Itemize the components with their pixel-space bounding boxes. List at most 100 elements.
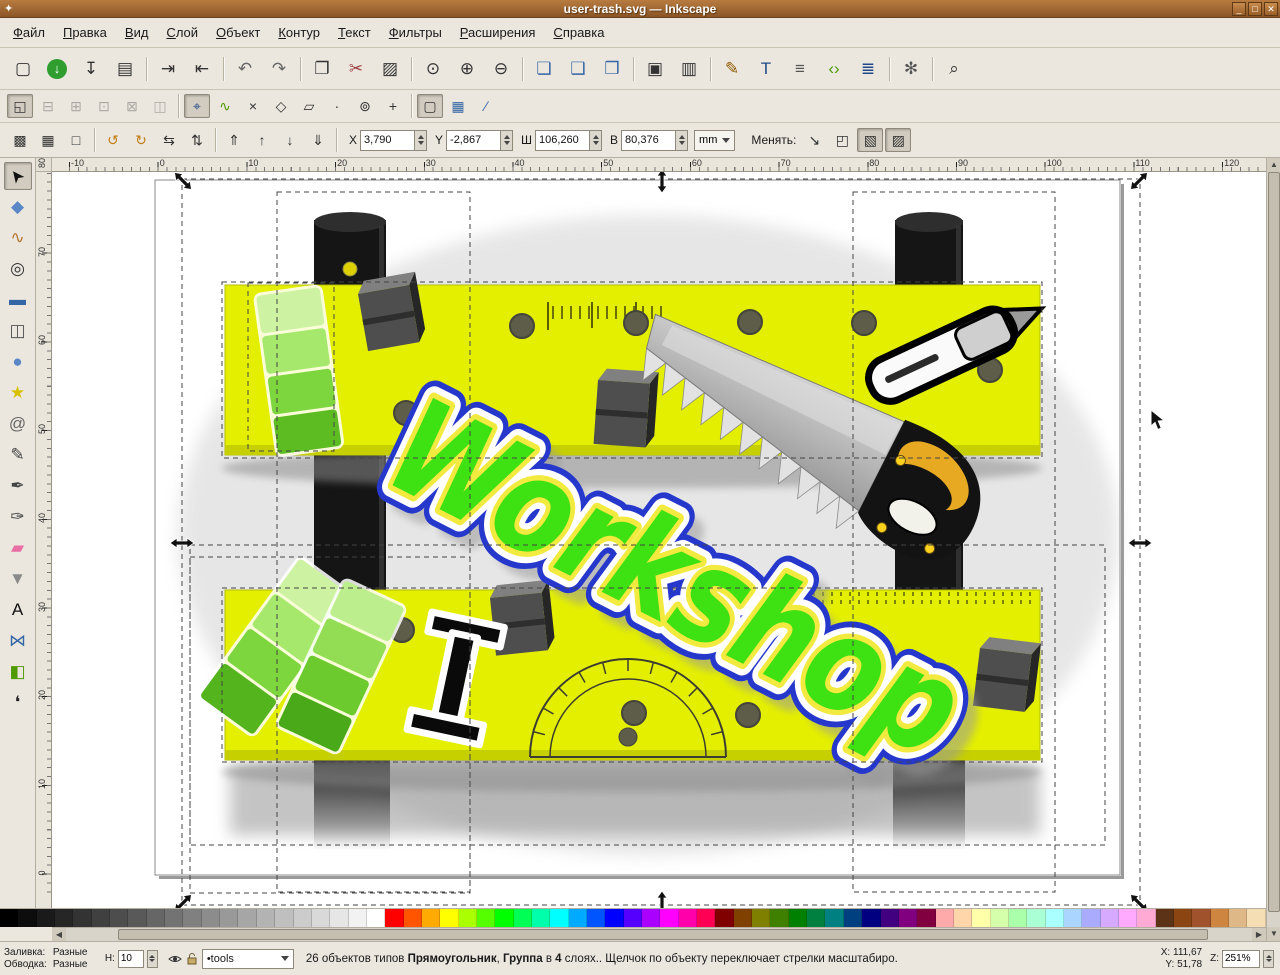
print-document[interactable]: ▤ xyxy=(109,54,141,84)
snap-path-intersections[interactable]: × xyxy=(240,94,266,118)
maximize-button[interactable]: □ xyxy=(1248,2,1262,16)
palette-swatch-12[interactable] xyxy=(220,909,239,927)
snap-cusp-nodes[interactable]: ◇ xyxy=(268,94,294,118)
rotate-90-ccw[interactable]: ↺ xyxy=(100,128,126,152)
palette-swatch-26[interactable] xyxy=(476,909,496,927)
snap-nodes[interactable]: ⌖ xyxy=(184,94,210,118)
palette-swatch-34[interactable] xyxy=(623,909,643,927)
clamp-block-1[interactable] xyxy=(356,271,427,352)
node-tool[interactable]: ◆ xyxy=(4,193,32,221)
clamp-block-2[interactable] xyxy=(593,368,659,448)
ungroup-objects[interactable]: ▥ xyxy=(673,54,705,84)
select-all[interactable]: ▩ xyxy=(7,128,33,152)
palette-swatch-21[interactable] xyxy=(385,909,404,927)
ellipse-tool[interactable]: ● xyxy=(4,348,32,376)
opacity-input[interactable] xyxy=(117,949,144,968)
group-objects[interactable]: ▣ xyxy=(639,54,671,84)
y-spinner[interactable] xyxy=(500,129,514,151)
deselect[interactable]: □ xyxy=(63,128,89,152)
vertical-ruler[interactable]: 80 70 60 50 40 30 20 10 0 xyxy=(36,158,52,908)
palette-swatch-25[interactable] xyxy=(458,909,477,927)
palette-swatch-64[interactable] xyxy=(1174,909,1193,927)
menu-item-0[interactable]: Файл xyxy=(4,21,54,44)
zoom-to-page[interactable]: ⊖ xyxy=(485,54,517,84)
palette-swatch-66[interactable] xyxy=(1210,909,1230,927)
width-input[interactable] xyxy=(535,129,590,151)
palette-swatch-27[interactable] xyxy=(495,909,514,927)
snap-bbox-edges[interactable]: ⊟ xyxy=(35,94,61,118)
palette-swatch-8[interactable] xyxy=(146,909,166,927)
snap-bbox-midlines[interactable]: ◫ xyxy=(147,94,173,118)
zoom-spinner[interactable] xyxy=(1263,949,1274,968)
palette-swatch-35[interactable] xyxy=(642,909,661,927)
scroll-down-icon[interactable]: ▼ xyxy=(1267,927,1280,941)
height-spinner[interactable] xyxy=(675,129,689,151)
palette-swatch-47[interactable] xyxy=(862,909,881,927)
palette-swatch-39[interactable] xyxy=(715,909,734,927)
paste[interactable]: ▨ xyxy=(374,54,406,84)
menu-item-4[interactable]: Объект xyxy=(207,21,269,44)
menu-item-5[interactable]: Контур xyxy=(269,21,329,44)
palette-swatch-68[interactable] xyxy=(1247,909,1266,927)
menu-item-1[interactable]: Правка xyxy=(54,21,116,44)
pen-tool[interactable]: ✒ xyxy=(4,472,32,500)
palette-swatch-6[interactable] xyxy=(110,909,129,927)
undo[interactable]: ↶ xyxy=(229,54,261,84)
palette-swatch-40[interactable] xyxy=(733,909,753,927)
snap-bounding-box[interactable]: ◱ xyxy=(7,94,33,118)
x-spinner[interactable] xyxy=(414,129,428,151)
zoom-to-drawing[interactable]: ⊕ xyxy=(451,54,483,84)
palette-swatch-49[interactable] xyxy=(898,909,918,927)
select-all-layers[interactable]: ▦ xyxy=(35,128,61,152)
palette-swatch-59[interactable] xyxy=(1082,909,1101,927)
units-dropdown[interactable]: mm xyxy=(694,129,736,151)
palette-swatch-30[interactable] xyxy=(550,909,569,927)
tweak-tool[interactable]: ∿ xyxy=(4,224,32,252)
menu-item-7[interactable]: Фильтры xyxy=(380,21,451,44)
snap-page-border[interactable]: ▢ xyxy=(417,94,443,118)
text-tool[interactable]: A xyxy=(4,596,32,624)
palette-swatch-67[interactable] xyxy=(1229,909,1248,927)
connector-tool[interactable]: ⋈ xyxy=(4,627,32,655)
eraser-tool[interactable]: ▰ xyxy=(4,534,32,562)
palette-swatch-62[interactable] xyxy=(1137,909,1156,927)
menu-item-9[interactable]: Справка xyxy=(544,21,613,44)
palette-swatch-0[interactable] xyxy=(0,909,19,927)
palette-swatch-60[interactable] xyxy=(1100,909,1119,927)
horizontal-scrollbar[interactable]: ◀ ▶ xyxy=(52,927,1266,942)
palette-swatch-11[interactable] xyxy=(201,909,221,927)
selector-tool[interactable]: ➤ xyxy=(3,162,32,190)
palette-swatch-20[interactable] xyxy=(366,909,386,927)
x-input[interactable] xyxy=(360,129,415,151)
spiral-tool[interactable]: @ xyxy=(4,410,32,438)
snap-bbox-centers[interactable]: ⊠ xyxy=(119,94,145,118)
cut[interactable]: ✂ xyxy=(340,54,372,84)
palette-swatch-54[interactable] xyxy=(990,909,1009,927)
palette-swatch-41[interactable] xyxy=(752,909,771,927)
palette-swatch-43[interactable] xyxy=(788,909,808,927)
palette-swatch-55[interactable] xyxy=(1008,909,1028,927)
palette-swatch-57[interactable] xyxy=(1045,909,1064,927)
fill-stroke-dialog[interactable]: ✎ xyxy=(716,54,748,84)
calligraphy-tool[interactable]: ✑ xyxy=(4,503,32,531)
save-document[interactable]: ↧ xyxy=(75,54,107,84)
scroll-up-icon[interactable]: ▲ xyxy=(1267,158,1280,172)
transform-gradients[interactable]: ▧ xyxy=(857,128,884,152)
paint-bucket-tool[interactable]: ▼ xyxy=(4,565,32,593)
palette-swatch-17[interactable] xyxy=(311,909,331,927)
width-spinner[interactable] xyxy=(589,129,603,151)
palette-swatch-14[interactable] xyxy=(256,909,276,927)
dropper-tool[interactable]: ❛ xyxy=(4,689,32,717)
copy[interactable]: ❐ xyxy=(306,54,338,84)
palette-swatch-2[interactable] xyxy=(36,909,56,927)
snap-line-midpoints[interactable]: ∙ xyxy=(324,94,350,118)
minimize-button[interactable]: _ xyxy=(1232,2,1246,16)
rectangle-tool[interactable]: ▬ xyxy=(4,286,32,314)
layers-dialog[interactable]: ≡ xyxy=(784,54,816,84)
snap-grid[interactable]: ▦ xyxy=(445,94,471,118)
palette-swatch-38[interactable] xyxy=(697,909,716,927)
gradient-tool[interactable]: ◧ xyxy=(4,658,32,686)
menu-item-8[interactable]: Расширения xyxy=(451,21,545,44)
palette-swatch-51[interactable] xyxy=(935,909,954,927)
zoom-tool[interactable]: ◎ xyxy=(4,255,32,283)
